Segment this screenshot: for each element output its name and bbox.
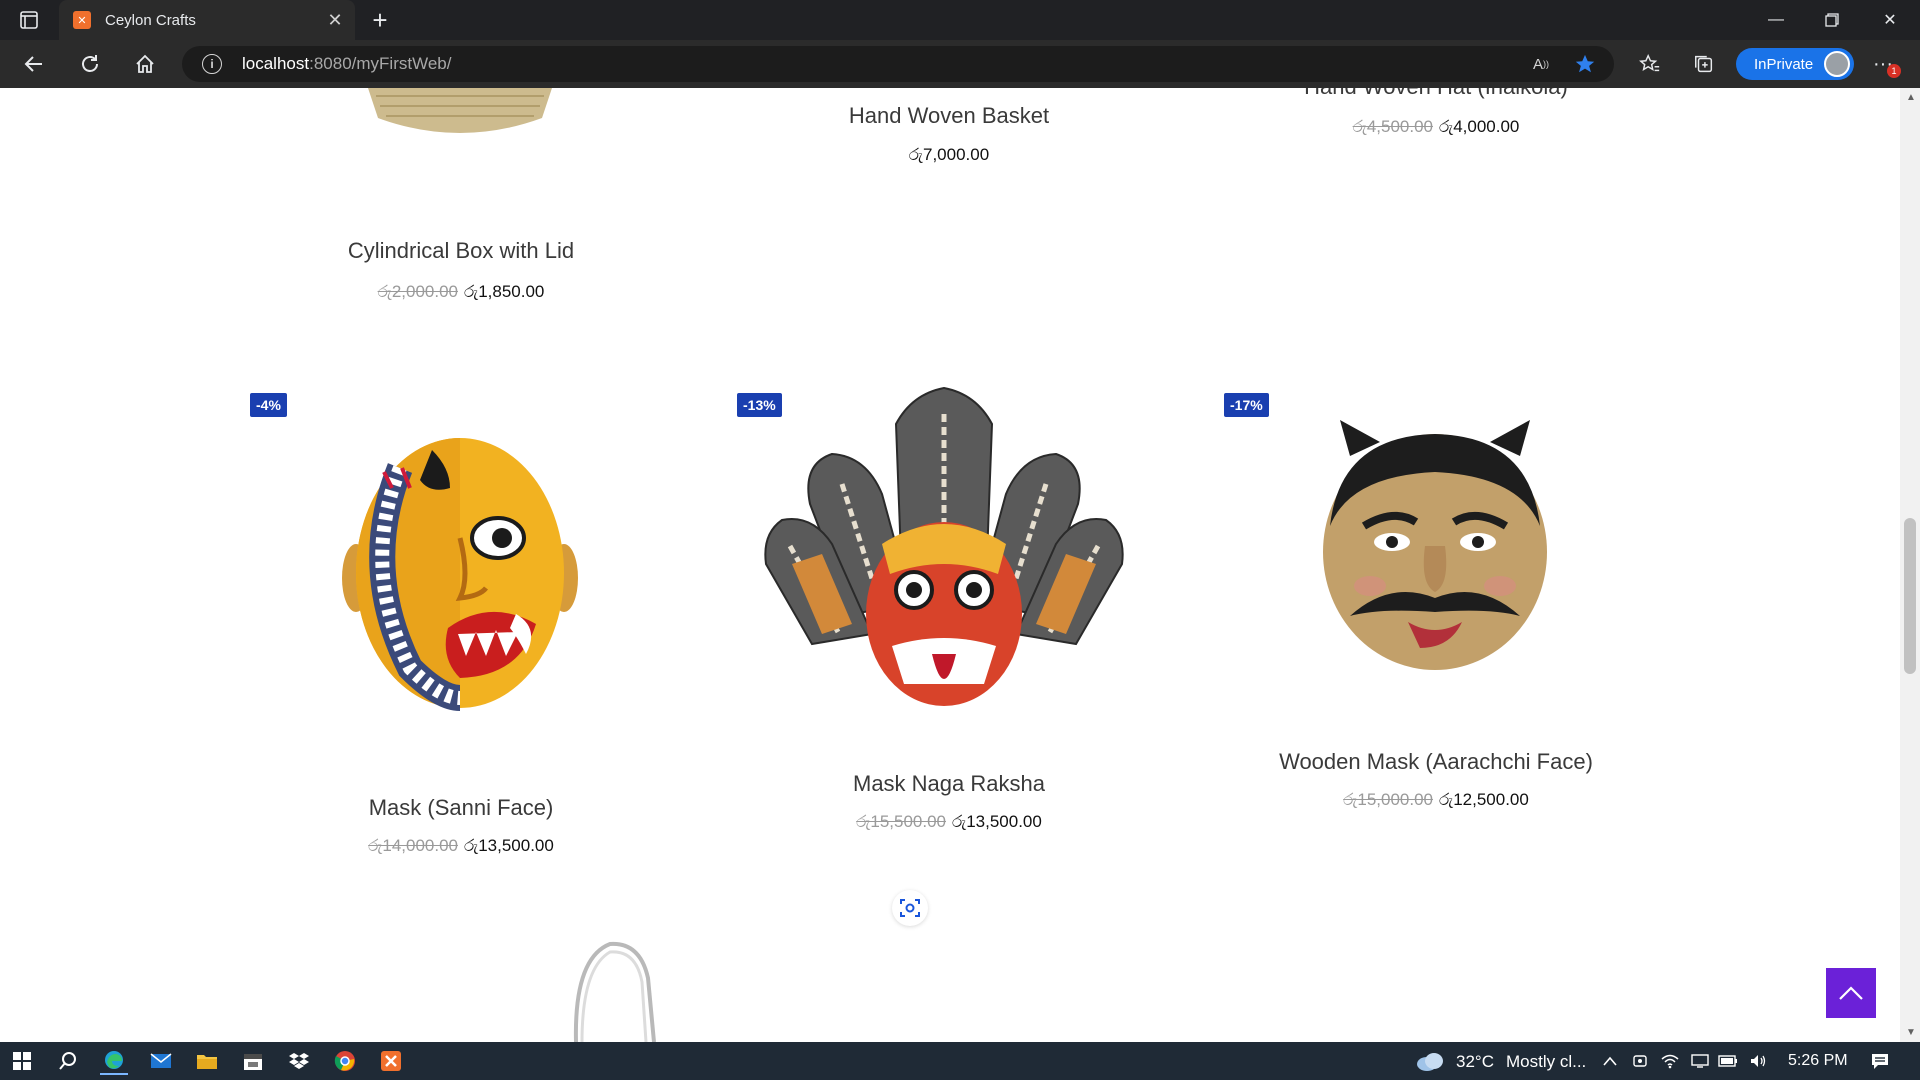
new-tab-button[interactable]: +: [366, 5, 394, 35]
clock-time[interactable]: 5:26 PM: [1788, 1052, 1848, 1070]
close-window-button[interactable]: ✕: [1862, 0, 1918, 40]
sale-price: රු13,500.00: [952, 812, 1042, 831]
store-icon[interactable]: [239, 1047, 267, 1075]
vertical-scrollbar[interactable]: ▲ ▼: [1900, 88, 1920, 1042]
url-text[interactable]: localhost:8080/myFirstWeb/: [242, 54, 451, 74]
browser-toolbar: i localhost:8080/myFirstWeb/ A)) InPriva…: [0, 40, 1920, 88]
product-image-aarachchi-mask[interactable]: [1320, 416, 1550, 672]
product-image-naga-raksha-mask[interactable]: [762, 384, 1126, 716]
product-price: රු7,000.00: [719, 145, 1179, 165]
back-to-top-button[interactable]: [1826, 968, 1876, 1018]
favorite-star-icon[interactable]: [1574, 53, 1596, 75]
dropbox-icon[interactable]: [285, 1047, 313, 1075]
file-explorer-icon[interactable]: [193, 1047, 221, 1075]
product-price: රු15,500.00 රු13,500.00: [719, 812, 1179, 832]
read-aloud-icon[interactable]: A)): [1530, 53, 1552, 75]
home-icon[interactable]: [127, 46, 163, 82]
old-price: රු15,500.00: [856, 812, 946, 831]
old-price: රු4,500.00: [1352, 117, 1433, 136]
product-name[interactable]: Mask (Sanni Face): [231, 795, 691, 821]
scroll-down-arrow-icon[interactable]: ▼: [1906, 1027, 1916, 1038]
product-name[interactable]: Hand Woven Basket: [719, 103, 1179, 129]
sale-price: රු7,000.00: [908, 145, 990, 164]
minimize-button[interactable]: —: [1748, 0, 1804, 40]
product-name[interactable]: Cylindrical Box with Lid: [231, 238, 691, 264]
scroll-up-arrow-icon[interactable]: ▲: [1906, 92, 1916, 103]
favorites-icon[interactable]: [1632, 46, 1668, 82]
wifi-icon[interactable]: [1656, 1047, 1684, 1075]
scroll-thumb[interactable]: [1904, 518, 1916, 674]
avatar: [1824, 51, 1850, 77]
weather-temperature[interactable]: 32°C: [1456, 1052, 1494, 1072]
sale-price: රු13,500.00: [464, 836, 554, 855]
visual-search-icon[interactable]: [892, 890, 928, 926]
product-image-sanni-mask[interactable]: [340, 428, 580, 718]
sale-price: රු12,500.00: [1439, 790, 1529, 809]
product-price: රු15,000.00 රු12,500.00: [1206, 790, 1666, 810]
xampp-icon: ✕: [73, 11, 91, 29]
product-price: රු4,500.00 රු4,000.00: [1206, 117, 1666, 137]
notification-center-icon[interactable]: [1866, 1047, 1894, 1075]
page-content: Cylindrical Box with Lid රු2,000.00 රු1,8…: [0, 88, 1900, 1042]
tab-actions-icon[interactable]: [14, 8, 44, 32]
notification-badge: 1: [1887, 64, 1901, 78]
discount-badge: -17%: [1224, 393, 1269, 417]
product-image-basket-box[interactable]: [366, 88, 554, 140]
old-price: රු15,000.00: [1343, 790, 1433, 809]
tab-strip: ✕ Ceylon Crafts ✕ + — ✕: [0, 0, 1920, 40]
mail-icon[interactable]: [147, 1047, 175, 1075]
weather-condition[interactable]: Mostly cl...: [1506, 1052, 1586, 1072]
inprivate-button[interactable]: InPrivate: [1736, 48, 1854, 80]
search-icon[interactable]: [54, 1047, 82, 1075]
discount-badge: -4%: [250, 393, 287, 417]
address-bar[interactable]: i localhost:8080/myFirstWeb/ A)): [182, 46, 1614, 82]
volume-icon[interactable]: [1744, 1047, 1772, 1075]
edge-browser-icon[interactable]: [100, 1047, 128, 1075]
chevron-up-icon[interactable]: [1596, 1047, 1624, 1075]
product-name[interactable]: Wooden Mask (Aarachchi Face): [1206, 749, 1666, 775]
collections-icon[interactable]: [1686, 46, 1722, 82]
inprivate-label: InPrivate: [1754, 55, 1814, 73]
restore-button[interactable]: [1804, 0, 1860, 40]
sale-price: රු4,000.00: [1439, 117, 1520, 136]
refresh-icon[interactable]: [72, 46, 108, 82]
site-info-icon[interactable]: i: [202, 54, 222, 74]
display-icon[interactable]: [1686, 1047, 1714, 1075]
close-tab-icon[interactable]: ✕: [325, 10, 345, 30]
back-icon[interactable]: [16, 46, 52, 82]
windows-start-icon[interactable]: [8, 1047, 36, 1075]
xampp-icon[interactable]: [377, 1047, 405, 1075]
sale-price: රු1,850.00: [464, 282, 545, 301]
product-name[interactable]: Mask Naga Raksha: [719, 771, 1179, 797]
taskbar: 32°C Mostly cl... 5:26 PM: [0, 1042, 1920, 1080]
old-price: රු14,000.00: [368, 836, 458, 855]
old-price: රු2,000.00: [377, 282, 458, 301]
weather-cloud-icon[interactable]: [1414, 1047, 1446, 1075]
product-price: රු2,000.00 රු1,850.00: [231, 282, 691, 302]
chrome-icon[interactable]: [331, 1047, 359, 1075]
tab-title: Ceylon Crafts: [105, 11, 196, 29]
product-name-clipped[interactable]: Hand Woven Hat (Inalkola): [1206, 88, 1666, 102]
meet-now-icon[interactable]: [1626, 1047, 1654, 1075]
battery-icon[interactable]: [1714, 1047, 1742, 1075]
browser-tab[interactable]: ✕ Ceylon Crafts ✕: [59, 0, 355, 40]
product-image-bag[interactable]: [570, 938, 660, 1042]
product-price: රු14,000.00 රු13,500.00: [231, 836, 691, 856]
